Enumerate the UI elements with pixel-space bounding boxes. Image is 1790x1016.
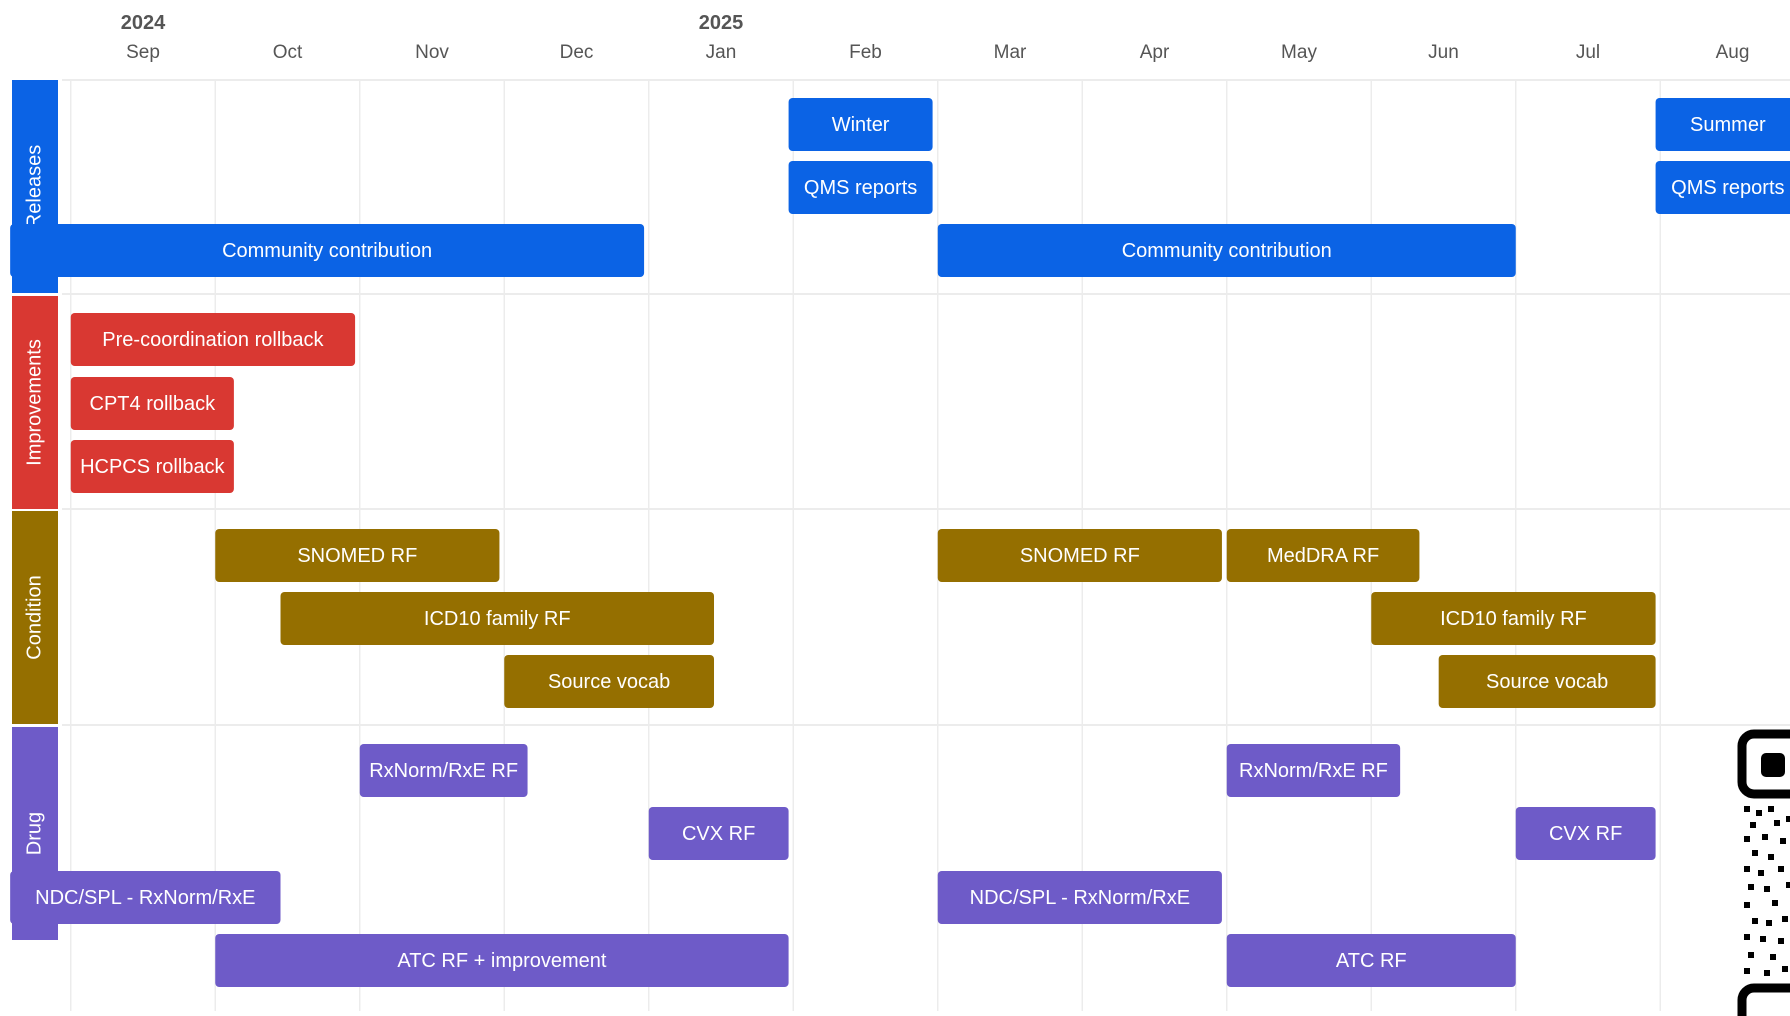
task-bar-label: SNOMED RF xyxy=(1020,545,1140,567)
task-bar-label: ATC RF xyxy=(1336,950,1407,972)
task-bar-group[interactable]: HCPCS rollback xyxy=(70,440,234,493)
month-label-dec: Dec xyxy=(560,42,594,63)
task-bar-group[interactable]: SNOMED RF xyxy=(215,529,500,582)
task-bar-label: Source vocab xyxy=(1486,671,1608,693)
lanes-layer: Releases Improvements Condition Drug xyxy=(12,80,58,940)
task-bar-label: Winter xyxy=(832,114,890,136)
task-bar-group[interactable]: Community contribution xyxy=(10,224,645,277)
task-bar-group[interactable]: QMS reports xyxy=(1655,161,1790,214)
task-bar-label: MedDRA RF xyxy=(1267,545,1379,567)
lane-label-improvements: Improvements xyxy=(23,339,45,466)
task-bar-label: NDC/SPL - RxNorm/RxE xyxy=(970,887,1190,909)
task-bar-label: RxNorm/RxE RF xyxy=(1239,760,1388,782)
month-label-jul: Jul xyxy=(1576,42,1600,63)
task-bar-label: Community contribution xyxy=(1122,240,1332,262)
task-bar-group[interactable]: RxNorm/RxE RF xyxy=(1226,744,1401,797)
task-bar-group[interactable]: Winter xyxy=(788,98,933,151)
task-bar-label: Community contribution xyxy=(222,240,432,262)
lane-label-drug: Drug xyxy=(23,812,45,855)
task-bar-label: ICD10 family RF xyxy=(1440,608,1587,630)
month-label-jun: Jun xyxy=(1428,42,1459,63)
task-bar-label: Source vocab xyxy=(548,671,670,693)
task-bar-group[interactable]: RxNorm/RxE RF xyxy=(359,744,528,797)
month-label-feb: Feb xyxy=(849,42,882,63)
task-bar-group[interactable]: Community contribution xyxy=(937,224,1516,277)
lane-label-releases: Releases xyxy=(23,145,45,228)
month-label-nov: Nov xyxy=(415,42,449,63)
task-bar-group[interactable]: CVX RF xyxy=(1515,807,1656,860)
task-bar-label: CVX RF xyxy=(1549,823,1622,845)
roadmap-timeline: 2024 2025 Sep Oct Nov Dec Jan Feb Mar Apr May Jun Ju… xyxy=(10,12,1790,1011)
task-bar-group[interactable]: SNOMED RF xyxy=(937,529,1222,582)
task-bar-group[interactable]: CVX RF xyxy=(648,807,789,860)
task-bar-group[interactable]: ICD10 family RF xyxy=(1371,592,1656,645)
task-bar-label: RxNorm/RxE RF xyxy=(369,760,518,782)
task-bar-label: ATC RF + improvement xyxy=(397,950,607,972)
task-bar-label: QMS reports xyxy=(804,177,917,199)
task-bar-group[interactable]: NDC/SPL - RxNorm/RxE xyxy=(10,871,281,924)
task-bar-group[interactable]: ATC RF + improvement xyxy=(215,934,789,987)
task-bar-group[interactable]: NDC/SPL - RxNorm/RxE xyxy=(937,871,1222,924)
task-bar-label: QMS reports xyxy=(1671,177,1784,199)
month-label-sep: Sep xyxy=(126,42,160,63)
year-label: 2024 xyxy=(121,12,166,34)
task-bar-group[interactable]: ICD10 family RF xyxy=(280,592,715,645)
lane-label-condition: Condition xyxy=(23,575,45,660)
task-bar-label: CPT4 rollback xyxy=(90,393,217,415)
month-label-jan: Jan xyxy=(706,42,737,63)
task-bar-group[interactable]: Source vocab xyxy=(1438,655,1656,708)
task-bar-group[interactable]: QMS reports xyxy=(788,161,933,214)
year-label: 2025 xyxy=(699,12,744,34)
task-bar-label: ICD10 family RF xyxy=(424,608,571,630)
task-bar-label: Pre-coordination rollback xyxy=(102,329,324,351)
task-bar-group[interactable]: Source vocab xyxy=(504,655,715,708)
month-label-oct: Oct xyxy=(273,42,303,63)
month-label-aug: Aug xyxy=(1716,42,1750,63)
timeline-header: 2024 2025 Sep Oct Nov Dec Jan Feb Mar Apr May Jun Ju… xyxy=(121,12,1750,63)
task-bar-group[interactable]: Pre-coordination rollback xyxy=(70,313,356,366)
month-label-mar: Mar xyxy=(994,42,1027,63)
task-bar-label: SNOMED RF xyxy=(297,545,417,567)
task-bar-label: Summer xyxy=(1690,114,1766,136)
task-bar-label: CVX RF xyxy=(682,823,755,845)
task-bar-group[interactable]: ATC RF xyxy=(1226,934,1516,987)
qr-code-icon xyxy=(1737,729,1790,1016)
bars-layer: Winter QMS reports Community contribution C… xyxy=(10,98,1790,987)
task-bar-group[interactable]: CPT4 rollback xyxy=(70,377,234,430)
task-bar-group[interactable]: MedDRA RF xyxy=(1226,529,1420,582)
month-label-may: May xyxy=(1281,42,1317,63)
month-label-apr: Apr xyxy=(1140,42,1170,63)
task-bar-group[interactable]: Summer xyxy=(1655,98,1790,151)
task-bar-label: NDC/SPL - RxNorm/RxE xyxy=(35,887,255,909)
task-bar-label: HCPCS rollback xyxy=(80,456,225,478)
